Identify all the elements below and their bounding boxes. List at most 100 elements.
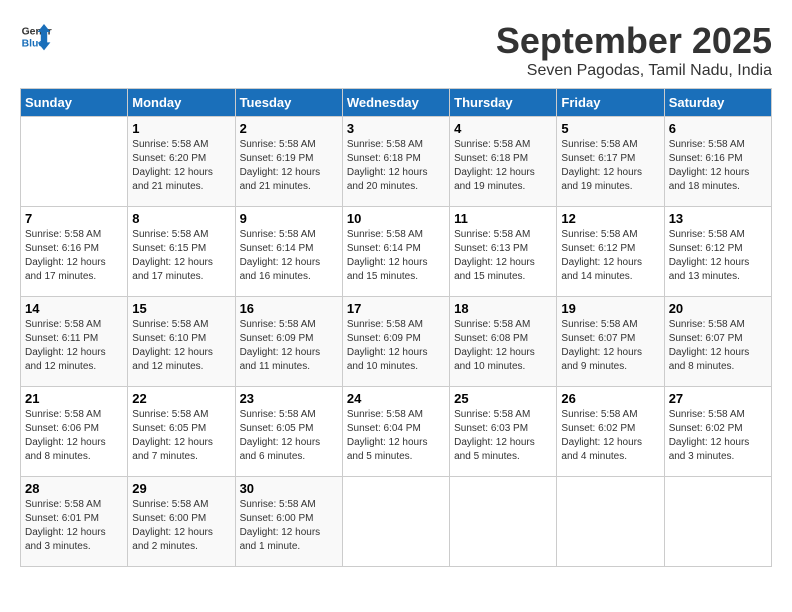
- day-cell: 4 Sunrise: 5:58 AM Sunset: 6:18 PM Daylig…: [450, 117, 557, 207]
- day-cell: [342, 477, 449, 567]
- day-number: 10: [347, 211, 445, 226]
- day-cell: 25Sunrise: 5:58 AM Sunset: 6:03 PM Dayli…: [450, 387, 557, 477]
- day-number: 8: [132, 211, 230, 226]
- day-number: 14: [25, 301, 123, 316]
- day-info: Sunrise: 5:58 AM Sunset: 6:13 PM Dayligh…: [454, 228, 552, 284]
- day-cell: 28Sunrise: 5:58 AM Sunset: 6:01 PM Dayli…: [21, 477, 128, 567]
- header-monday: Monday: [128, 89, 235, 117]
- day-info: Sunrise: 5:58 AM Sunset: 6:03 PM Dayligh…: [454, 408, 552, 464]
- header-sunday: Sunday: [21, 89, 128, 117]
- day-cell: 5Sunrise: 5:58 AM Sunset: 6:17 PM Daylig…: [557, 117, 664, 207]
- day-info: Sunrise: 5:58 AM Sunset: 6:00 PM Dayligh…: [240, 498, 338, 554]
- day-info: Sunrise: 5:58 AM Sunset: 6:09 PM Dayligh…: [240, 318, 338, 374]
- day-info: Sunrise: 5:58 AM Sunset: 6:16 PM Dayligh…: [669, 138, 767, 194]
- day-number: 20: [669, 301, 767, 316]
- day-number: 23: [240, 391, 338, 406]
- day-number: 2: [240, 121, 338, 136]
- day-cell: [557, 477, 664, 567]
- day-cell: 15 Sunrise: 5:58 AM Sunset: 6:10 PM Dayli…: [128, 297, 235, 387]
- day-number: 27: [669, 391, 767, 406]
- day-cell: [21, 117, 128, 207]
- logo: General Blue: [20, 20, 52, 52]
- day-cell: 2Sunrise: 5:58 AM Sunset: 6:19 PM Daylig…: [235, 117, 342, 207]
- day-info: Sunrise: 5:58 AM Sunset: 6:17 PM Dayligh…: [561, 138, 659, 194]
- day-info: Sunrise: 5:58 AM Sunset: 6:14 PM Dayligh…: [240, 228, 338, 284]
- day-cell: 10Sunrise: 5:58 AM Sunset: 6:14 PM Dayli…: [342, 207, 449, 297]
- day-cell: 23Sunrise: 5:58 AM Sunset: 6:05 PM Dayli…: [235, 387, 342, 477]
- day-info: Sunrise: 5:58 AM Sunset: 6:18 PM Dayligh…: [347, 138, 445, 194]
- page-header: General Blue September 2025 Seven Pagoda…: [20, 20, 772, 80]
- day-cell: 17 Sunrise: 5:58 AM Sunset: 6:09 PM Dayli…: [342, 297, 449, 387]
- day-number: 3: [347, 121, 445, 136]
- day-cell: 21 Sunrise: 5:58 AM Sunset: 6:06 PM Dayli…: [21, 387, 128, 477]
- day-number: 1: [132, 121, 230, 136]
- day-cell: [450, 477, 557, 567]
- logo-icon: General Blue: [20, 20, 52, 52]
- day-number: 18: [454, 301, 552, 316]
- day-number: 19: [561, 301, 659, 316]
- header-wednesday: Wednesday: [342, 89, 449, 117]
- day-info: Sunrise: 5:58 AM Sunset: 6:09 PM Dayligh…: [347, 318, 445, 374]
- day-cell: 1 Sunrise: 5:58 AM Sunset: 6:20 PM Daylig…: [128, 117, 235, 207]
- day-number: 7: [25, 211, 123, 226]
- day-cell: 29Sunrise: 5:58 AM Sunset: 6:00 PM Dayli…: [128, 477, 235, 567]
- day-number: 30: [240, 481, 338, 496]
- day-number: 26: [561, 391, 659, 406]
- subtitle: Seven Pagodas, Tamil Nadu, India: [496, 62, 772, 80]
- week-row-3: 14 Sunrise: 5:58 AM Sunset: 6:11 PM Dayli…: [21, 297, 772, 387]
- day-info: Sunrise: 5:58 AM Sunset: 6:20 PM Dayligh…: [132, 138, 230, 194]
- day-number: 28: [25, 481, 123, 496]
- day-number: 11: [454, 211, 552, 226]
- day-info: Sunrise: 5:58 AM Sunset: 6:02 PM Dayligh…: [561, 408, 659, 464]
- day-cell: [664, 477, 771, 567]
- day-cell: 8Sunrise: 5:58 AM Sunset: 6:15 PM Daylig…: [128, 207, 235, 297]
- day-cell: 27Sunrise: 5:58 AM Sunset: 6:02 PM Dayli…: [664, 387, 771, 477]
- day-cell: 30 Sunrise: 5:58 AM Sunset: 6:00 PM Dayli…: [235, 477, 342, 567]
- day-number: 9: [240, 211, 338, 226]
- day-cell: 12Sunrise: 5:58 AM Sunset: 6:12 PM Dayli…: [557, 207, 664, 297]
- header-thursday: Thursday: [450, 89, 557, 117]
- day-cell: 6Sunrise: 5:58 AM Sunset: 6:16 PM Daylig…: [664, 117, 771, 207]
- day-cell: 22Sunrise: 5:58 AM Sunset: 6:05 PM Dayli…: [128, 387, 235, 477]
- day-cell: 7 Sunrise: 5:58 AM Sunset: 6:16 PM Daylig…: [21, 207, 128, 297]
- day-info: Sunrise: 5:58 AM Sunset: 6:18 PM Dayligh…: [454, 138, 552, 194]
- day-cell: 24 Sunrise: 5:58 AM Sunset: 6:04 PM Dayli…: [342, 387, 449, 477]
- day-cell: 13Sunrise: 5:58 AM Sunset: 6:12 PM Dayli…: [664, 207, 771, 297]
- day-cell: 20 Sunrise: 5:58 AM Sunset: 6:07 PM Dayli…: [664, 297, 771, 387]
- day-info: Sunrise: 5:58 AM Sunset: 6:16 PM Dayligh…: [25, 228, 123, 284]
- day-info: Sunrise: 5:58 AM Sunset: 6:12 PM Dayligh…: [669, 228, 767, 284]
- day-info: Sunrise: 5:58 AM Sunset: 6:04 PM Dayligh…: [347, 408, 445, 464]
- week-row-1: 1 Sunrise: 5:58 AM Sunset: 6:20 PM Daylig…: [21, 117, 772, 207]
- day-info: Sunrise: 5:58 AM Sunset: 6:10 PM Dayligh…: [132, 318, 230, 374]
- day-number: 17: [347, 301, 445, 316]
- day-info: Sunrise: 5:58 AM Sunset: 6:06 PM Dayligh…: [25, 408, 123, 464]
- day-number: 12: [561, 211, 659, 226]
- header-tuesday: Tuesday: [235, 89, 342, 117]
- day-cell: 16 Sunrise: 5:58 AM Sunset: 6:09 PM Dayli…: [235, 297, 342, 387]
- day-info: Sunrise: 5:58 AM Sunset: 6:11 PM Dayligh…: [25, 318, 123, 374]
- month-title: September 2025: [496, 20, 772, 62]
- day-cell: 26 Sunrise: 5:58 AM Sunset: 6:02 PM Dayli…: [557, 387, 664, 477]
- day-info: Sunrise: 5:58 AM Sunset: 6:08 PM Dayligh…: [454, 318, 552, 374]
- day-cell: 18 Sunrise: 5:58 AM Sunset: 6:08 PM Dayli…: [450, 297, 557, 387]
- title-block: September 2025 Seven Pagodas, Tamil Nadu…: [496, 20, 772, 80]
- day-number: 16: [240, 301, 338, 316]
- week-row-2: 7 Sunrise: 5:58 AM Sunset: 6:16 PM Daylig…: [21, 207, 772, 297]
- day-info: Sunrise: 5:58 AM Sunset: 6:05 PM Dayligh…: [132, 408, 230, 464]
- day-cell: 3 Sunrise: 5:58 AM Sunset: 6:18 PM Daylig…: [342, 117, 449, 207]
- week-row-4: 21 Sunrise: 5:58 AM Sunset: 6:06 PM Dayli…: [21, 387, 772, 477]
- header-saturday: Saturday: [664, 89, 771, 117]
- day-cell: 11 Sunrise: 5:58 AM Sunset: 6:13 PM Dayli…: [450, 207, 557, 297]
- day-number: 21: [25, 391, 123, 406]
- calendar-table: SundayMondayTuesdayWednesdayThursdayFrid…: [20, 88, 772, 567]
- day-number: 15: [132, 301, 230, 316]
- day-info: Sunrise: 5:58 AM Sunset: 6:07 PM Dayligh…: [561, 318, 659, 374]
- day-info: Sunrise: 5:58 AM Sunset: 6:07 PM Dayligh…: [669, 318, 767, 374]
- header-friday: Friday: [557, 89, 664, 117]
- day-number: 24: [347, 391, 445, 406]
- day-cell: 9 Sunrise: 5:58 AM Sunset: 6:14 PM Daylig…: [235, 207, 342, 297]
- day-cell: 14 Sunrise: 5:58 AM Sunset: 6:11 PM Dayli…: [21, 297, 128, 387]
- day-cell: 19 Sunrise: 5:58 AM Sunset: 6:07 PM Dayli…: [557, 297, 664, 387]
- calendar-header-row: SundayMondayTuesdayWednesdayThursdayFrid…: [21, 89, 772, 117]
- day-number: 4: [454, 121, 552, 136]
